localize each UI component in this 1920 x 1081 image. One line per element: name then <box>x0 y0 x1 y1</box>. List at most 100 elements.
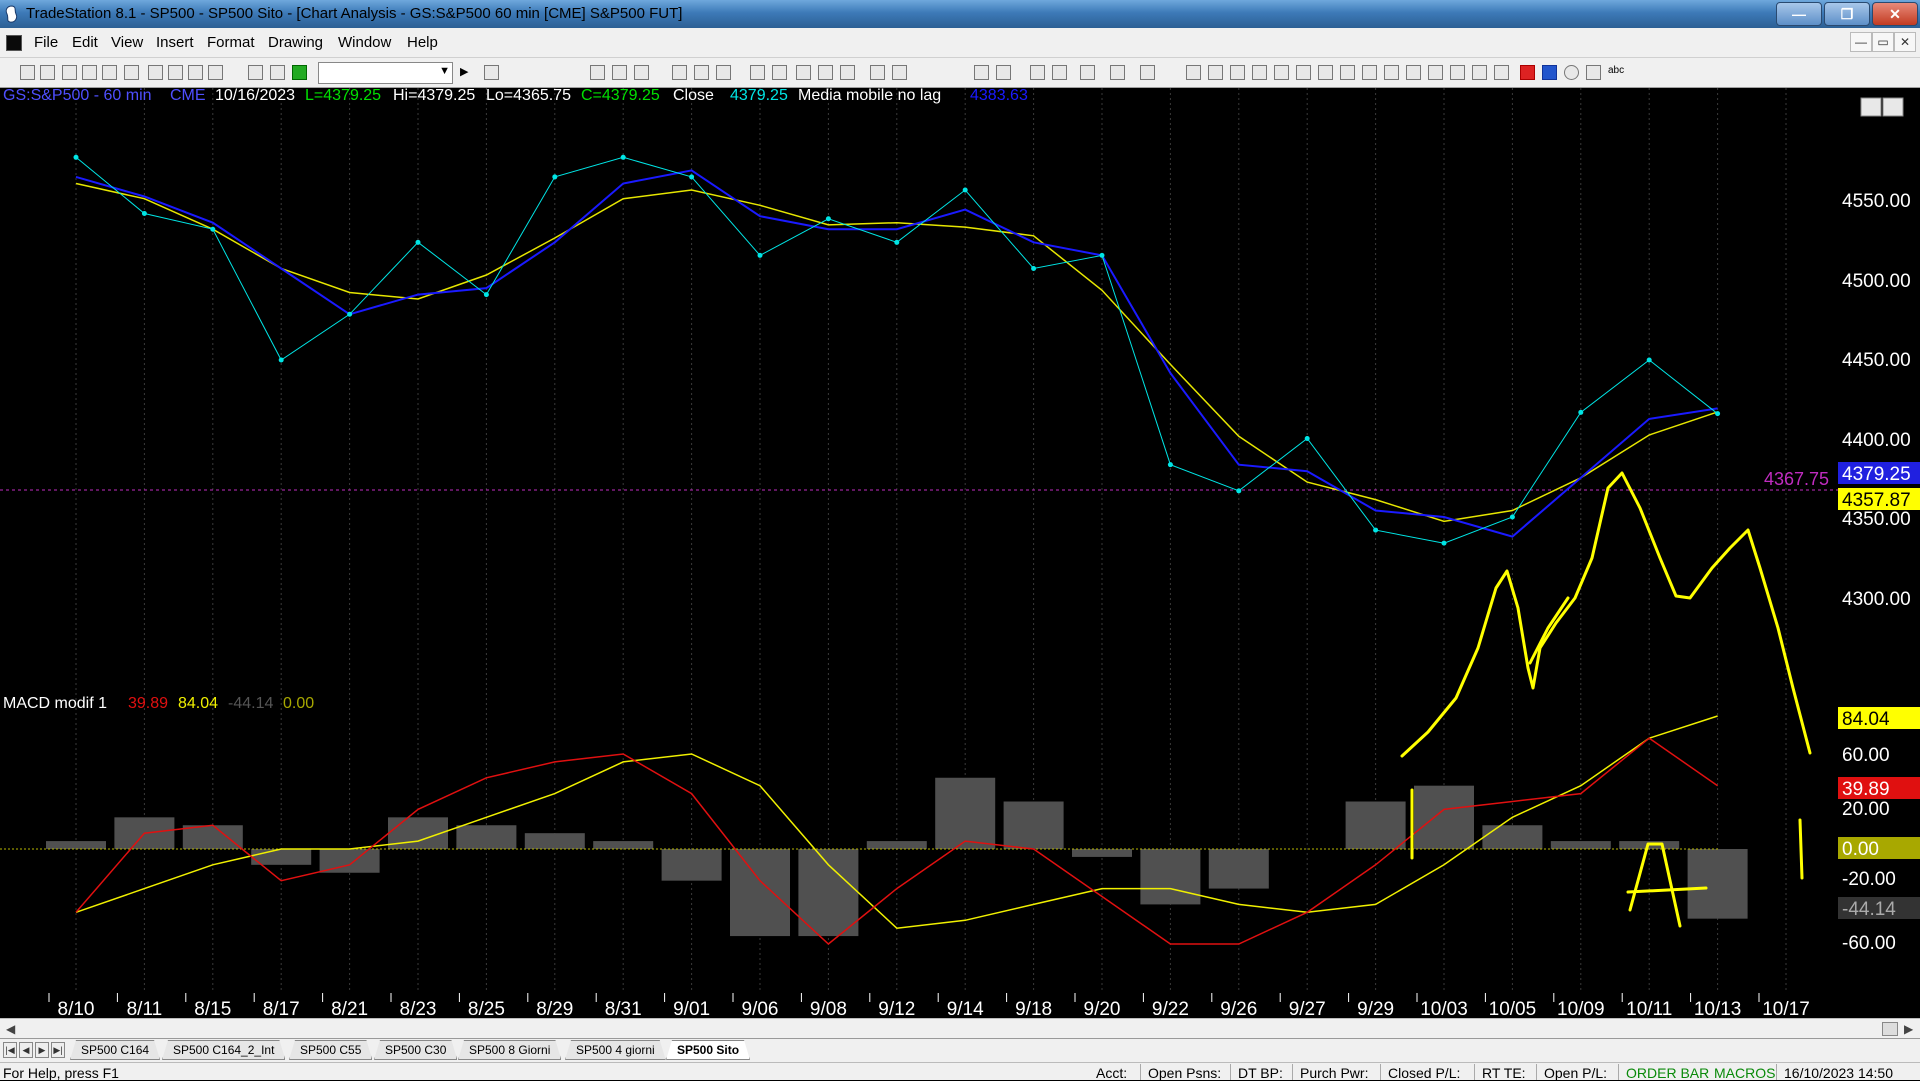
tab-sp500-sito[interactable]: SP500 Sito <box>666 1040 750 1060</box>
menu-drawing[interactable]: Drawing <box>268 34 323 51</box>
gann-fan-icon[interactable] <box>1296 65 1311 80</box>
chart-document-icon[interactable] <box>6 35 22 51</box>
save-icon[interactable] <box>82 65 97 80</box>
drawing-objects-icon[interactable] <box>1110 65 1125 80</box>
freehand-icon[interactable] <box>1494 65 1509 80</box>
close-point <box>1236 488 1242 494</box>
horizontal-line-icon[interactable] <box>1230 65 1245 80</box>
tab-sp500-8-giorni[interactable]: SP500 8 Giorni <box>458 1040 561 1060</box>
chart-minimize-icon[interactable] <box>1860 97 1882 117</box>
arrows-icon[interactable] <box>1384 65 1399 80</box>
status-order-bar[interactable]: ORDER BAR <box>1626 1065 1709 1081</box>
fib-arcs-icon[interactable] <box>1450 65 1465 80</box>
horizontal-scrollbar[interactable]: ◀ ▶ <box>0 1018 1920 1038</box>
chart-restore-icon[interactable] <box>1882 97 1904 117</box>
tab-sp500-4-giorni[interactable]: SP500 4 giorni <box>565 1040 666 1060</box>
hide-icon[interactable] <box>1140 65 1155 80</box>
first-tab-icon[interactable]: |◀ <box>3 1042 17 1058</box>
scroll-thumb[interactable] <box>1882 1022 1898 1036</box>
strategy-icon[interactable] <box>270 65 285 80</box>
zoom-in-icon[interactable] <box>974 65 989 80</box>
bars-compress-icon[interactable] <box>892 65 907 80</box>
fib-retracement-icon[interactable] <box>1252 65 1267 80</box>
interval-icon[interactable] <box>840 65 855 80</box>
layout-2-icon[interactable] <box>612 65 627 80</box>
date-label: 8/10 <box>58 999 95 1020</box>
data-window-icon[interactable] <box>772 65 787 80</box>
analysis-icon[interactable] <box>694 65 709 80</box>
rectangle-icon[interactable] <box>1586 65 1601 80</box>
doc-restore-icon[interactable]: ▭ <box>1872 32 1894 52</box>
next-tab-icon[interactable]: ▶ <box>35 1042 49 1058</box>
indicator-icon[interactable] <box>672 65 687 80</box>
status-macros[interactable]: MACROS <box>1714 1065 1775 1081</box>
minimize-button[interactable]: — <box>1776 2 1822 26</box>
cursor-tools-icon[interactable] <box>1052 65 1067 80</box>
easylanguage-icon[interactable] <box>248 65 263 80</box>
symbol-lookup-icon[interactable] <box>484 65 499 80</box>
parallel-lines-icon[interactable] <box>1406 65 1421 80</box>
menu-insert[interactable]: Insert <box>156 34 194 51</box>
tab-sp500-c164-2-int[interactable]: SP500 C164_2_Int <box>162 1040 285 1060</box>
text-tool-icon[interactable]: abc <box>1608 65 1624 80</box>
candlestick-icon[interactable] <box>796 65 811 80</box>
globe-icon[interactable] <box>292 65 307 80</box>
open-workspace-icon[interactable] <box>62 65 77 80</box>
prev-tab-icon[interactable]: ◀ <box>19 1042 33 1058</box>
close-button[interactable]: ✕ <box>1872 2 1918 26</box>
doc-minimize-icon[interactable]: — <box>1850 32 1872 52</box>
print-preview-icon[interactable] <box>124 65 139 80</box>
speed-lines-icon[interactable] <box>1274 65 1289 80</box>
tab-sp500-c30[interactable]: SP500 C30 <box>374 1040 457 1060</box>
date-label: 9/20 <box>1084 999 1121 1020</box>
menu-edit[interactable]: Edit <box>72 34 98 51</box>
fib-time-zone-icon[interactable] <box>1362 65 1377 80</box>
window-title: TradeStation 8.1 - SP500 - SP500 Sito - … <box>26 5 683 22</box>
scroll-left-icon[interactable]: ◀ <box>6 1022 15 1036</box>
wrench-icon[interactable] <box>1080 65 1095 80</box>
scroll-right-icon[interactable]: ▶ <box>1904 1022 1913 1036</box>
restore-button[interactable]: ❐ <box>1824 2 1870 26</box>
radarscreen-icon[interactable] <box>188 65 203 80</box>
regression-icon[interactable] <box>1428 65 1443 80</box>
arrow-down-icon[interactable] <box>1520 65 1535 80</box>
chart-icon[interactable] <box>168 65 183 80</box>
close-point <box>210 226 216 232</box>
price-channel-icon[interactable] <box>1340 65 1355 80</box>
print-icon[interactable] <box>148 65 163 80</box>
tab-sp500-c164[interactable]: SP500 C164 <box>70 1040 160 1060</box>
andrews-pitchfork-icon[interactable] <box>1318 65 1333 80</box>
layout-3-icon[interactable] <box>634 65 649 80</box>
doc-close-icon[interactable]: ✕ <box>1894 32 1916 52</box>
line-chart-icon[interactable] <box>818 65 833 80</box>
matrix-icon[interactable] <box>208 65 223 80</box>
date-label: 8/15 <box>194 999 231 1020</box>
symbol-input[interactable]: ▼ <box>318 62 453 84</box>
menu-window[interactable]: Window <box>338 34 391 51</box>
pen-icon[interactable] <box>1472 65 1487 80</box>
trendline-icon[interactable] <box>1186 65 1201 80</box>
go-arrow-icon[interactable]: ▶ <box>460 65 475 80</box>
format-icon[interactable] <box>716 65 731 80</box>
open-icon[interactable] <box>40 65 55 80</box>
tab-sp500-c55[interactable]: SP500 C55 <box>289 1040 372 1060</box>
date-label: 10/11 <box>1626 999 1672 1020</box>
date-label: 9/26 <box>1220 999 1257 1020</box>
pointer-icon[interactable] <box>1030 65 1045 80</box>
chart-canvas[interactable]: 4550.00 4500.00 4450.00 4400.00 4350.00 … <box>0 87 1920 1020</box>
vertical-lines-icon[interactable] <box>1208 65 1223 80</box>
menu-view[interactable]: View <box>111 34 143 51</box>
zoom-out-icon[interactable] <box>996 65 1011 80</box>
last-tab-icon[interactable]: ▶| <box>51 1042 65 1058</box>
arrow-up-icon[interactable] <box>1542 65 1557 80</box>
new-icon[interactable] <box>20 65 35 80</box>
ellipse-icon[interactable] <box>1564 65 1579 80</box>
menu-help[interactable]: Help <box>407 34 438 51</box>
bar-chart-icon[interactable] <box>750 65 765 80</box>
menu-file[interactable]: File <box>34 34 58 51</box>
bars-spacing-icon[interactable] <box>870 65 885 80</box>
menu-format[interactable]: Format <box>207 34 255 51</box>
save-workspace-icon[interactable] <box>102 65 117 80</box>
layout-1-icon[interactable] <box>590 65 605 80</box>
header-close-eq: C=4379.25 <box>581 88 660 104</box>
